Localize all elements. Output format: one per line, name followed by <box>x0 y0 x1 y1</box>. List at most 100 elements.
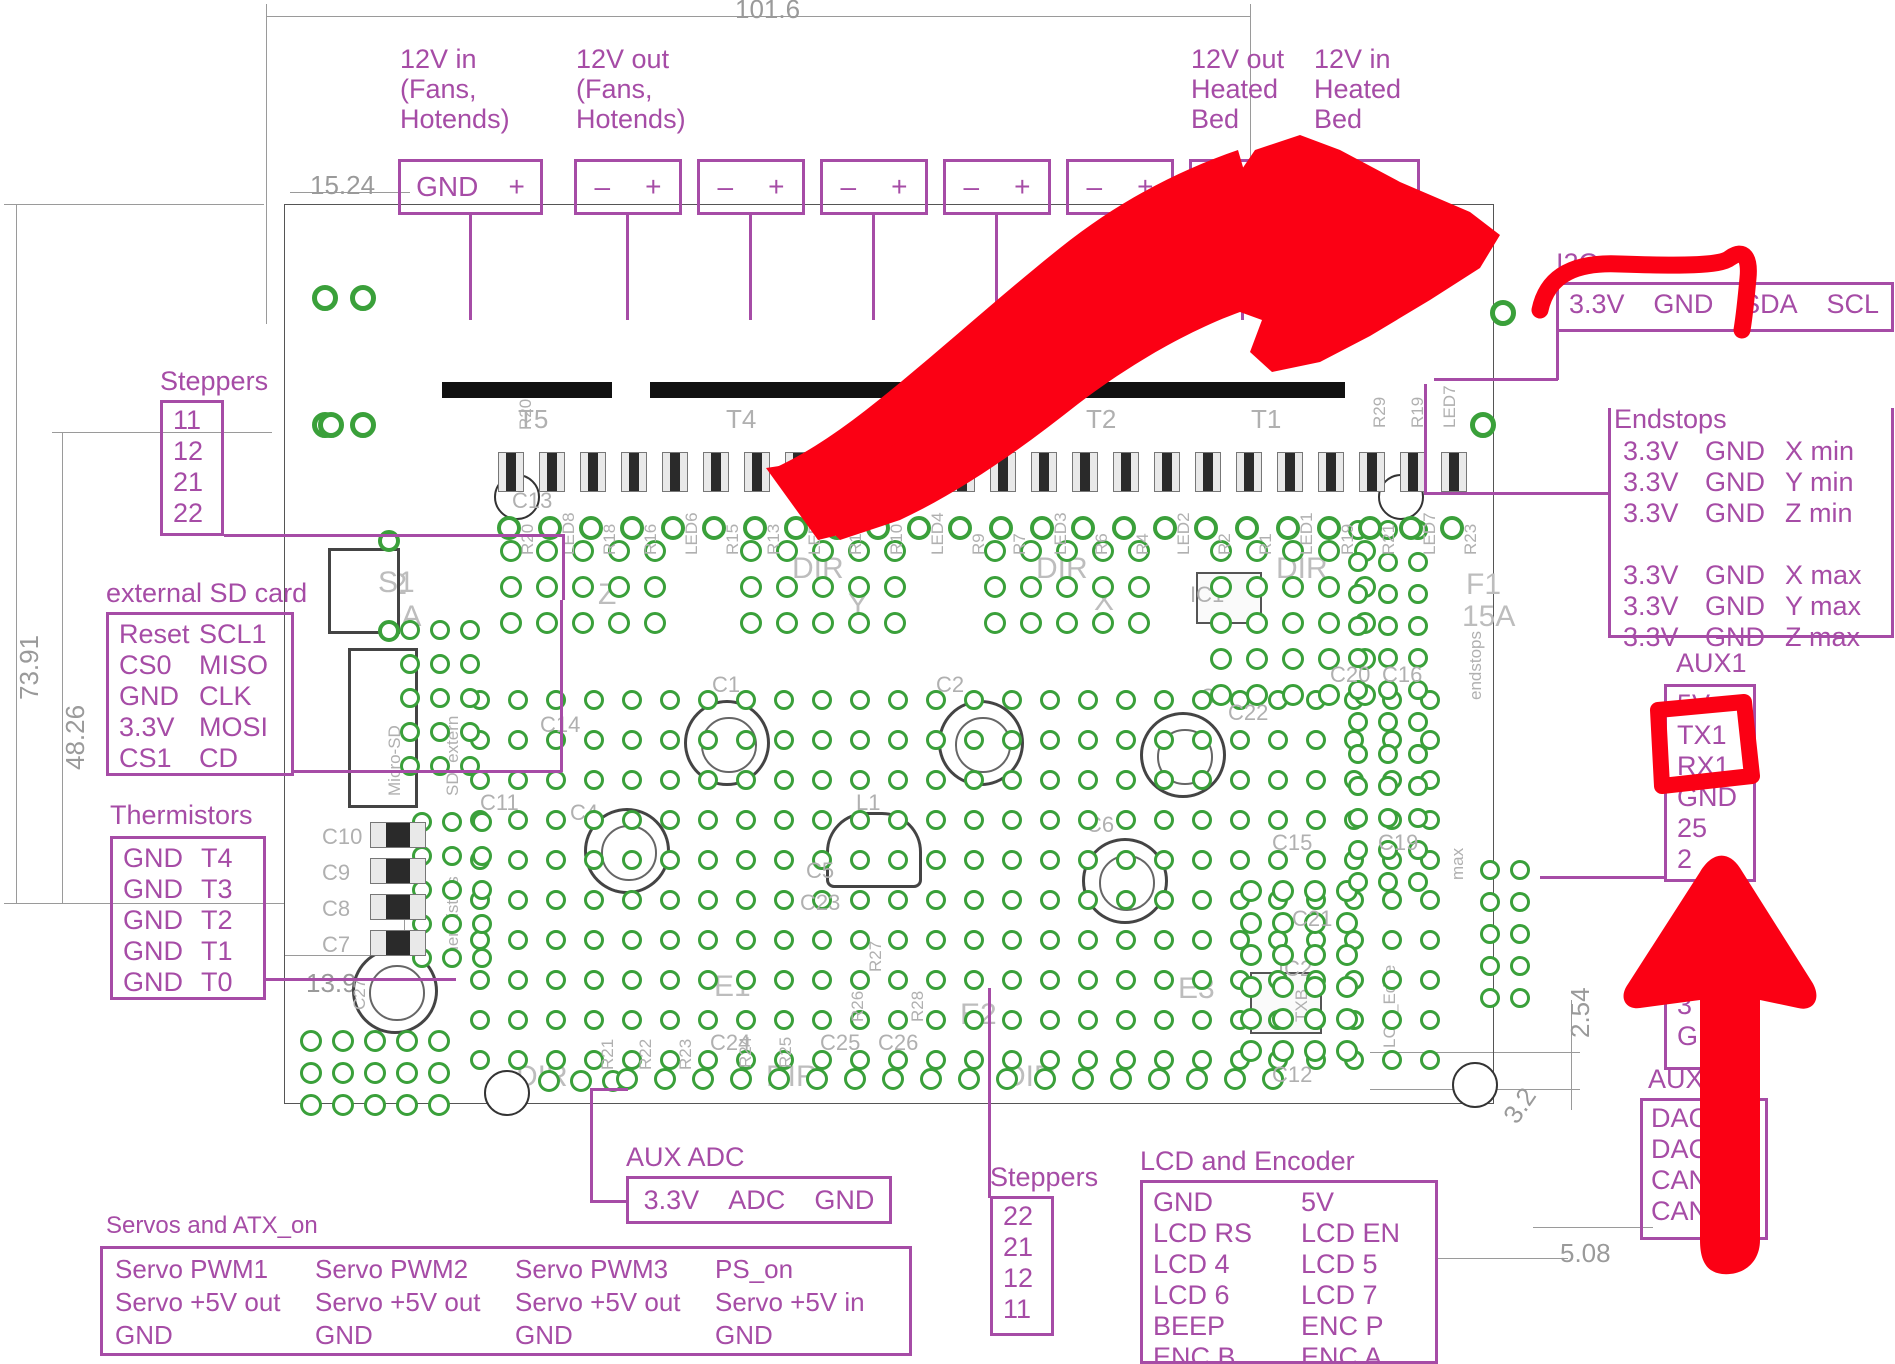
callout-thermistors-title: Thermistors <box>110 800 253 830</box>
endstop-vcc: 3.3V <box>1623 436 1679 466</box>
pcb-pad <box>1268 730 1288 750</box>
pcb-pad <box>1192 690 1212 710</box>
pcb-pad-header <box>1240 1040 1262 1062</box>
pcb-pad-header <box>1480 924 1500 944</box>
thermistor-pin-row-right: T0 <box>201 967 233 997</box>
leader-aux-adc-v <box>590 1088 593 1202</box>
aux2-pin-label: CAN <box>1651 1196 1709 1226</box>
smd-body <box>1243 453 1255 491</box>
inductor-l1 <box>826 812 922 888</box>
servo-column-2: Servo PWM2 Servo +5V out GND <box>315 1253 515 1353</box>
lcd-pin-row-right: LCD 7 <box>1301 1280 1378 1310</box>
pcb-pad <box>660 890 680 910</box>
pcb-pad <box>584 970 604 990</box>
silk-refdes: R28 <box>908 990 927 1022</box>
endstop-gnd: GND <box>1705 436 1765 466</box>
pcb-pad <box>622 930 642 950</box>
pcb-pad <box>1154 970 1174 990</box>
pcb-pad-header <box>430 722 450 742</box>
pcb-pad <box>584 890 604 910</box>
silk-cap-C20: C20 <box>1330 662 1371 687</box>
pcb-pad <box>774 930 794 950</box>
aux-mid-pin-label: 3 <box>1677 990 1693 1020</box>
aux2-rows: DAC DAC CAN CAN <box>1643 1101 1765 1227</box>
pcb-pad <box>926 1050 946 1070</box>
pcb-pad <box>888 730 908 750</box>
lcd-pin-row-left: LCD RS <box>1153 1218 1253 1248</box>
silk-refdes: R13 <box>764 523 783 555</box>
pcb-pad <box>964 1010 984 1030</box>
pcb-pad-header <box>848 576 870 598</box>
smd-body <box>1079 453 1091 491</box>
silk-cap-C21: C21 <box>1292 906 1333 931</box>
smd-resistor <box>1318 452 1344 492</box>
silk-refdes: LED4 <box>928 512 947 555</box>
pcb-pad <box>1382 1050 1402 1070</box>
pcb-pad <box>812 730 832 750</box>
pcb-pad <box>774 810 794 830</box>
pcb-pad <box>1116 930 1136 950</box>
servo-pin-label: Servo PWM2 <box>315 1254 469 1284</box>
pcb-pad <box>736 930 756 950</box>
sd-pin-row: 3.3V MOSI <box>119 712 291 743</box>
pcb-pad <box>964 850 984 870</box>
pcb-pad-header <box>364 1030 386 1052</box>
endstop-signal: Y min <box>1785 467 1854 497</box>
pcb-pad <box>1116 810 1136 830</box>
leader-aux-adc-h2 <box>590 1088 628 1091</box>
pcb-pad-header <box>428 1094 450 1116</box>
terminal-block-7: – + <box>1189 159 1297 215</box>
pcb-pad-header <box>1348 712 1368 732</box>
thermistor-pin-row-right: T4 <box>201 843 233 873</box>
pcb-pad <box>1154 1050 1174 1070</box>
aux1-pin-label: RX1 <box>1677 751 1730 781</box>
silk-fuse-f1-ref: F1 <box>1466 568 1502 601</box>
sd-pin-row: CS0 MISO <box>119 650 291 681</box>
pcb-pad-header <box>1408 808 1428 828</box>
stepper-pin-label: 22 <box>1003 1201 1034 1231</box>
pcb-pad <box>996 1068 1018 1090</box>
pcb-pad-header <box>400 654 420 674</box>
i2c-pin-label: SCL <box>1826 289 1879 319</box>
smd-body <box>751 453 763 491</box>
servo-pin-label: Servo +5V in <box>715 1287 865 1317</box>
pcb-pad <box>1002 690 1022 710</box>
pcb-pad-header <box>332 1062 354 1084</box>
pcb-pad <box>622 730 642 750</box>
pcb-pad-header <box>1480 956 1500 976</box>
pcb-pad <box>1230 770 1250 790</box>
pcb-pad-header <box>1272 1008 1294 1030</box>
silk-cap-C13: C13 <box>512 488 553 513</box>
terminal-group-label-line: (Fans, <box>400 74 477 104</box>
sd-pin-row-left: CS1 <box>119 743 172 773</box>
pcb-pad <box>1002 1010 1022 1030</box>
terminal-group-label-line: Bed <box>1314 104 1363 134</box>
aux-adc-pin-label: 3.3V <box>643 1184 700 1215</box>
terminal-pin-label: + <box>1383 171 1400 202</box>
endstop-pin-row <box>1623 529 1891 560</box>
thermistor-pin-row-left: GND <box>123 843 183 873</box>
pcb-pad <box>622 810 642 830</box>
smd-resistor <box>1154 452 1180 492</box>
silk-refdes: LED2 <box>1174 512 1193 555</box>
silk-terminal-T3: T3 <box>886 404 917 434</box>
terminal-pin-label: + <box>1014 171 1031 202</box>
pcb-pad <box>622 690 642 710</box>
pcb-pad <box>1116 730 1136 750</box>
lcd-pin-row: ENC B ENC A <box>1153 1342 1435 1364</box>
silk-cap-C22: C22 <box>1228 700 1269 725</box>
sd-pin-row-right: CD <box>199 743 238 773</box>
smd-resistor <box>908 452 934 492</box>
pcb-pad-header <box>332 1030 354 1052</box>
aux1-rows: 5V TX1 RX1 GND 25 2 <box>1667 687 1753 875</box>
terminal-block-2: – + <box>574 159 682 215</box>
sd-pin-row-right: MOSI <box>199 712 269 742</box>
endstop-pin-row: 3.3V GND Z min <box>1623 498 1891 529</box>
smd-body <box>874 453 886 491</box>
pcb-pad <box>926 730 946 750</box>
pcb-pad <box>654 1068 676 1090</box>
pcb-pad <box>844 1068 866 1090</box>
endstop-gnd: GND <box>1705 560 1765 590</box>
endstop-rows: 3.3V GND X min 3.3V GND Y min 3.3V GND Z min 3.3V… <box>1611 408 1891 653</box>
endstop-pin-row: 3.3V GND X max <box>1623 560 1891 591</box>
